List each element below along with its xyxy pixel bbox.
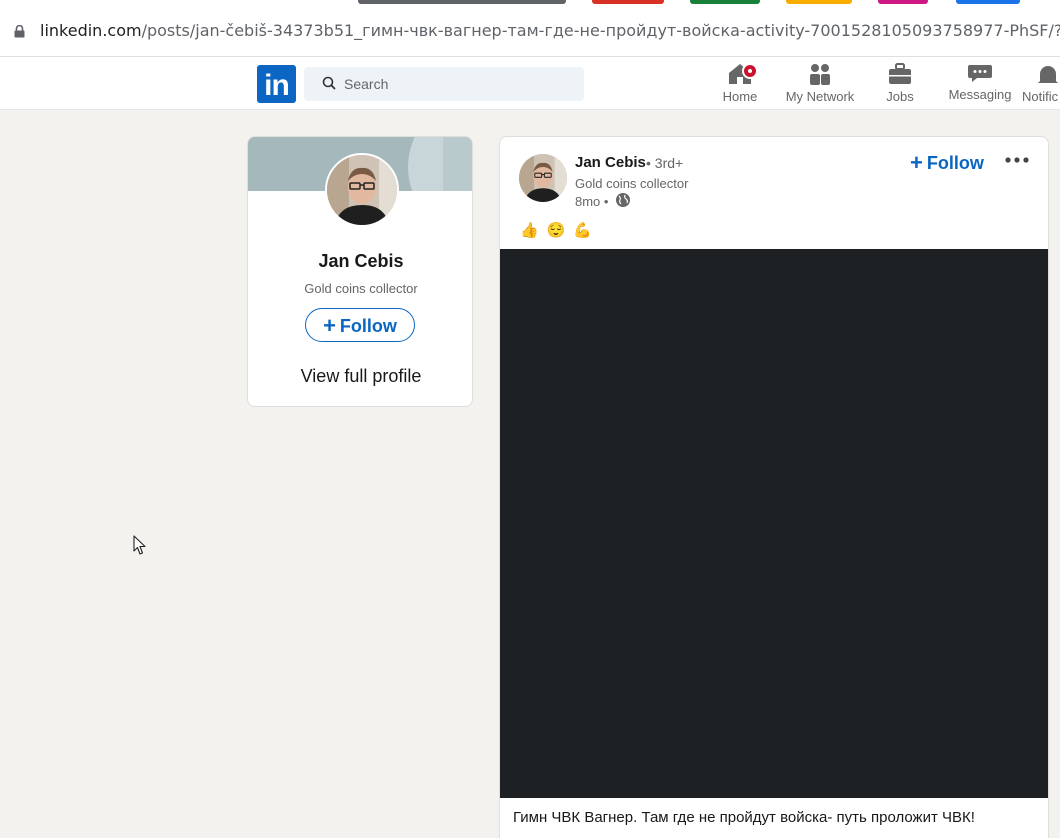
follow-button[interactable]: + Follow bbox=[305, 308, 415, 342]
url-path: /posts/jan-čebiš-34373b51_гимн-чвк-вагне… bbox=[141, 21, 1060, 40]
jobs-icon bbox=[889, 63, 911, 84]
tab-indicator[interactable] bbox=[690, 0, 760, 4]
plus-icon: + bbox=[323, 313, 336, 338]
author-avatar[interactable] bbox=[519, 154, 567, 202]
network-icon bbox=[810, 64, 830, 85]
post-time: 8mo • bbox=[575, 194, 609, 209]
nav-notifications[interactable]: Notific bbox=[1022, 61, 1060, 104]
follow-label: Follow bbox=[339, 316, 397, 336]
connection-degree: • 3rd+ bbox=[646, 155, 684, 171]
profile-card: Jan Cebis Gold coins collector + Follow V… bbox=[247, 136, 473, 407]
nav-home[interactable]: Home bbox=[718, 61, 762, 104]
more-options-icon[interactable] bbox=[1003, 151, 1031, 169]
search-icon bbox=[322, 76, 336, 90]
author-headline: Gold coins collector bbox=[575, 176, 689, 191]
messaging-icon bbox=[968, 65, 992, 82]
address-bar[interactable]: linkedin.com/posts/jan-čebiš-34373b51_ги… bbox=[0, 6, 1060, 57]
bell-icon bbox=[1038, 66, 1058, 83]
nav-messaging[interactable]: Messaging bbox=[946, 61, 1014, 102]
url-host: linkedin.com bbox=[40, 21, 142, 40]
globe-icon bbox=[616, 193, 630, 207]
post-follow-label: Follow bbox=[926, 153, 984, 173]
post-follow-button[interactable]: + Follow bbox=[910, 149, 984, 175]
plus-icon: + bbox=[910, 150, 923, 175]
linkedin-logo[interactable]: in bbox=[257, 65, 296, 103]
post-caption: Гимн ЧВК Вагнер. Там где не пройдут войс… bbox=[513, 809, 975, 826]
tab-indicator[interactable] bbox=[956, 0, 1020, 4]
author-name[interactable]: Jan Cebis bbox=[575, 154, 646, 171]
post-card: Jan Cebis • 3rd+ Gold coins collector 8m… bbox=[499, 136, 1049, 838]
linkedin-header: in Home My Network Jobs Me bbox=[0, 57, 1060, 110]
avatar-photo bbox=[519, 154, 567, 202]
lock-icon[interactable] bbox=[14, 25, 25, 38]
cover-shape bbox=[443, 137, 472, 191]
search-input[interactable] bbox=[344, 67, 574, 101]
search-box[interactable] bbox=[304, 67, 584, 101]
notification-badge bbox=[742, 63, 758, 79]
view-full-profile-link[interactable]: View full profile bbox=[248, 366, 472, 387]
nav-jobs-label: Jobs bbox=[886, 89, 914, 104]
profile-name[interactable]: Jan Cebis bbox=[248, 251, 472, 272]
nav-messaging-label: Messaging bbox=[948, 87, 1012, 102]
video-player[interactable] bbox=[500, 249, 1048, 798]
nav-jobs[interactable]: Jobs bbox=[878, 61, 922, 104]
url-text[interactable]: linkedin.com/posts/jan-čebiš-34373b51_ги… bbox=[40, 21, 1060, 40]
nav-my-network[interactable]: My Network bbox=[780, 61, 860, 104]
profile-headline: Gold coins collector bbox=[304, 281, 418, 296]
mouse-cursor-icon bbox=[133, 535, 146, 555]
reaction-emojis: 👍😌💪 bbox=[520, 222, 601, 239]
avatar[interactable] bbox=[325, 153, 399, 227]
nav-my-network-label: My Network bbox=[785, 89, 855, 104]
avatar-photo bbox=[327, 155, 397, 225]
tab-indicator[interactable] bbox=[358, 0, 566, 4]
tab-indicator[interactable] bbox=[592, 0, 664, 4]
tab-indicator[interactable] bbox=[878, 0, 928, 4]
tab-indicator[interactable] bbox=[786, 0, 852, 4]
nav-home-label: Home bbox=[722, 89, 758, 104]
nav-notifications-label: Notific bbox=[1022, 89, 1059, 104]
